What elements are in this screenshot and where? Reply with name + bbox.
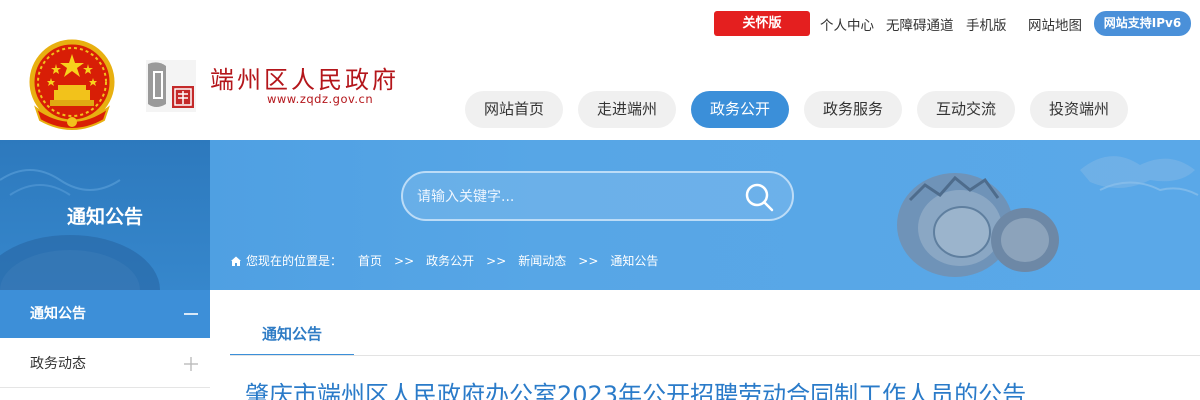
- nav-gov-services[interactable]: 政务服务: [804, 91, 902, 128]
- accessibility-link[interactable]: 无障碍通道: [886, 14, 954, 34]
- site-title: 端州区人民政府: [210, 66, 399, 94]
- breadcrumb-home[interactable]: 首页: [358, 252, 382, 269]
- care-mode-button[interactable]: 关怀版: [714, 11, 810, 36]
- inkstone-illustration-icon: [897, 156, 1199, 277]
- tab-divider: [230, 355, 1200, 356]
- home-icon: [231, 256, 241, 266]
- nav-home[interactable]: 网站首页: [465, 91, 563, 128]
- breadcrumb-separator: >>: [578, 253, 599, 268]
- search-icon[interactable]: [743, 181, 775, 213]
- page-banner: 通知公告 您现在的位置是： 首页 >> 政务公开 >> 新闻动态 >> 通知公告: [0, 140, 1200, 290]
- breadcrumb-notices[interactable]: 通知公告: [610, 252, 658, 269]
- inkstone-seal-icon: [146, 60, 196, 112]
- nav-investment[interactable]: 投资端州: [1030, 91, 1128, 128]
- personal-center-link[interactable]: 个人中心: [820, 14, 874, 34]
- collapse-icon[interactable]: [184, 307, 198, 321]
- tab-notices[interactable]: 通知公告: [230, 312, 354, 356]
- breadcrumb-government-affairs[interactable]: 政务公开: [426, 252, 474, 269]
- site-url: www.zqdz.gov.cn: [267, 92, 374, 106]
- sidebar-item-notices[interactable]: 通知公告: [0, 290, 210, 338]
- nav-interaction[interactable]: 互动交流: [917, 91, 1015, 128]
- section-title: 通知公告: [66, 206, 143, 228]
- ipv6-badge: 网站支持IPv6: [1094, 11, 1191, 36]
- national-emblem-icon: [29, 39, 115, 130]
- mobile-version-link[interactable]: 手机版: [966, 14, 1007, 34]
- site-logo[interactable]: 端州区人民政府 www.zqdz.gov.cn: [144, 54, 396, 116]
- sidebar-item-label: 通知公告: [30, 306, 86, 322]
- section-title-block: 通知公告: [0, 140, 210, 290]
- breadcrumb-separator: >>: [486, 253, 507, 268]
- breadcrumb-news[interactable]: 新闻动态: [518, 252, 566, 269]
- sidebar-item-label: 政务动态: [30, 356, 86, 372]
- article-title[interactable]: 肇庆市端州区人民政府办公室2023年公开招聘劳动合同制工作人员的公告: [245, 380, 1026, 400]
- breadcrumb-label: 您现在的位置是：: [246, 254, 343, 268]
- expand-icon[interactable]: [184, 357, 198, 371]
- nav-about-duanzhou[interactable]: 走进端州: [578, 91, 676, 128]
- sitemap-link[interactable]: 网站地图: [1028, 14, 1082, 34]
- breadcrumb: 您现在的位置是： 首页 >> 政务公开 >> 新闻动态 >> 通知公告: [230, 252, 662, 269]
- nav-government-affairs[interactable]: 政务公开: [691, 91, 789, 128]
- sidebar-item-government-news[interactable]: 政务动态: [0, 340, 210, 388]
- breadcrumb-separator: >>: [394, 253, 415, 268]
- search-box: [401, 171, 794, 221]
- search-input[interactable]: [417, 185, 717, 209]
- article-title-row: 肇庆市端州区人民政府办公室2023年公开招聘劳动合同制工作人员的公告: [245, 380, 1200, 400]
